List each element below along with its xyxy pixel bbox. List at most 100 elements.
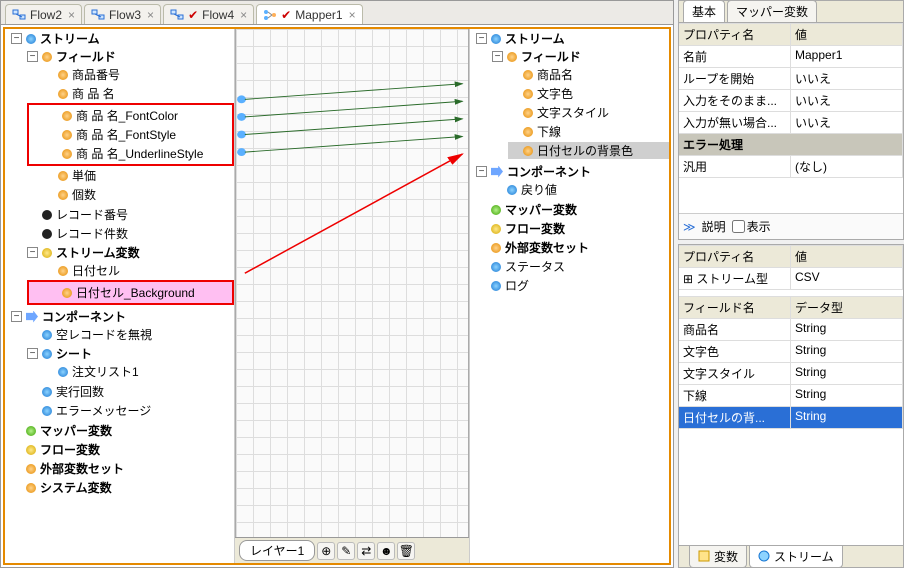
tab-flow4[interactable]: ✔ Flow4 × [163,4,254,24]
tool-link-icon[interactable]: ⇄ [357,542,375,560]
destination-tree[interactable]: −ストリーム −フィールド 商品名 文字色 文字スタイル 下線 日付セルの背景色 [469,29,669,563]
canvas-footer: レイヤー1 ⊕ ✎ ⇄ ☻ 🗑 [235,537,469,563]
tree-label[interactable]: 外部変数セット [40,460,124,477]
mapping-canvas[interactable] [235,29,469,537]
tree-label[interactable]: 商 品 名_FontStyle [76,126,176,143]
tree-label[interactable]: レコード番号 [56,206,128,223]
tab-flow3[interactable]: Flow3 × [84,4,161,24]
tree-label[interactable]: 商品名 [537,66,573,83]
field-icon [58,70,68,80]
tree-label: ストリーム [505,30,565,47]
tree-label[interactable]: レコード件数 [56,225,128,242]
field-icon [523,89,533,99]
tree-label[interactable]: 商 品 名_FontColor [76,107,178,124]
right-bottom-tabs: 変数 ストリーム [679,545,903,567]
field-type: String [791,407,903,429]
status-icon [491,262,501,272]
tab-label: Flow4 [202,8,234,22]
tab-mapper-var[interactable]: マッパー変数 [727,0,817,22]
field-icon [42,52,52,62]
log-icon [491,281,501,291]
tree-label[interactable]: マッパー変数 [505,201,577,218]
tree-label[interactable]: 文字色 [537,85,573,102]
tree-label[interactable]: 実行回数 [56,383,104,400]
expand-icon[interactable]: ≫ [683,220,696,234]
tab-vars[interactable]: 変数 [689,546,747,568]
flow-var-icon [491,224,501,234]
prop-header-value: 値 [791,24,903,46]
property-grid-stream[interactable]: プロパティ名 値 ⊞ ストリーム型CSV [679,245,903,290]
prop-value[interactable]: (なし) [791,156,903,178]
tree-label[interactable]: 単価 [72,167,96,184]
ret-icon [507,185,517,195]
toggle-icon[interactable]: − [27,348,38,359]
tree-label[interactable]: 空レコードを無視 [56,326,152,343]
tab-flow2[interactable]: Flow2 × [5,4,82,24]
toggle-icon[interactable]: − [27,51,38,62]
fields-grid[interactable]: フィールド名 データ型 商品名String 文字色String 文字スタイルSt… [679,296,903,429]
tab-basic[interactable]: 基本 [683,0,725,22]
toggle-icon[interactable]: − [27,247,38,258]
field-header-name: フィールド名 [679,297,791,319]
toggle-icon[interactable]: − [11,311,22,322]
tree-label[interactable]: ログ [505,277,529,294]
tree-label[interactable]: 下線 [537,123,561,140]
prop-value[interactable]: いいえ [791,90,903,112]
field-name[interactable]: 日付セルの背... [679,407,791,429]
tree-label[interactable]: ステータス [505,258,565,275]
add-layer-button[interactable]: ⊕ [317,542,335,560]
prop-name: 入力をそのまま... [679,90,791,112]
tree-label[interactable]: 日付セル_Background [76,284,195,301]
tool-trash-icon[interactable]: 🗑 [397,542,415,560]
tab-label: Flow2 [30,8,62,22]
field-name[interactable]: 下線 [679,385,791,407]
prop-header-value: 値 [791,246,903,268]
tree-label[interactable]: 戻り値 [521,181,557,198]
source-tree[interactable]: −ストリーム −フィールド 商品番号 商 品 名 商 品 名_FontColor [5,29,235,563]
field-name[interactable]: 商品名 [679,319,791,341]
tree-label[interactable]: 個数 [72,186,96,203]
prop-header-name: プロパティ名 [679,24,791,46]
field-name[interactable]: 文字色 [679,341,791,363]
item-icon [58,367,68,377]
tree-label[interactable]: 商 品 名 [72,85,115,102]
tree-label[interactable]: 日付セル [72,262,120,279]
prop-value[interactable]: Mapper1 [791,46,903,68]
close-icon[interactable]: × [240,8,247,22]
tree-label[interactable]: システム変数 [40,479,112,496]
tree-label[interactable]: フロー変数 [40,441,100,458]
prop-value[interactable]: いいえ [791,112,903,134]
tool-pencil-icon[interactable]: ✎ [337,542,355,560]
field-name[interactable]: 文字スタイル [679,363,791,385]
right-top-tabs: 基本 マッパー変数 [679,1,903,23]
close-icon[interactable]: × [349,8,356,22]
close-icon[interactable]: × [147,8,154,22]
tree-label[interactable]: マッパー変数 [40,422,112,439]
prop-value[interactable]: CSV [791,268,903,290]
property-grid-top[interactable]: プロパティ名 値 名前Mapper1 ループを開始いいえ 入力をそのまま...い… [679,23,903,178]
toggle-icon[interactable]: − [492,51,503,62]
prop-value[interactable]: いいえ [791,68,903,90]
tool-face-icon[interactable]: ☻ [377,542,395,560]
tab-stream[interactable]: ストリーム [749,546,843,568]
toggle-icon[interactable]: − [476,33,487,44]
show-desc-checkbox[interactable] [732,220,745,233]
tab-mapper1[interactable]: ✔ Mapper1 × [256,4,362,24]
tree-label[interactable]: フロー変数 [505,220,565,237]
tree-label[interactable]: 注文リスト1 [72,363,139,380]
tree-label[interactable]: 商品番号 [72,66,120,83]
tree-label[interactable]: 文字スタイル [537,104,609,121]
description-bar: ≫ 説明 表示 [679,213,903,239]
flow-icon [91,9,105,21]
tree-label[interactable]: エラーメッセージ [56,402,151,419]
close-icon[interactable]: × [68,8,75,22]
tree-label[interactable]: 商 品 名_UnderlineStyle [76,145,203,162]
tree-label[interactable]: 外部変数セット [505,239,589,256]
field-icon [523,108,533,118]
field-type: String [791,385,903,407]
layer-tab[interactable]: レイヤー1 [239,540,315,561]
field-type: String [791,319,903,341]
toggle-icon[interactable]: − [476,166,487,177]
tree-label[interactable]: 日付セルの背景色 [537,142,633,159]
toggle-icon[interactable]: − [11,33,22,44]
